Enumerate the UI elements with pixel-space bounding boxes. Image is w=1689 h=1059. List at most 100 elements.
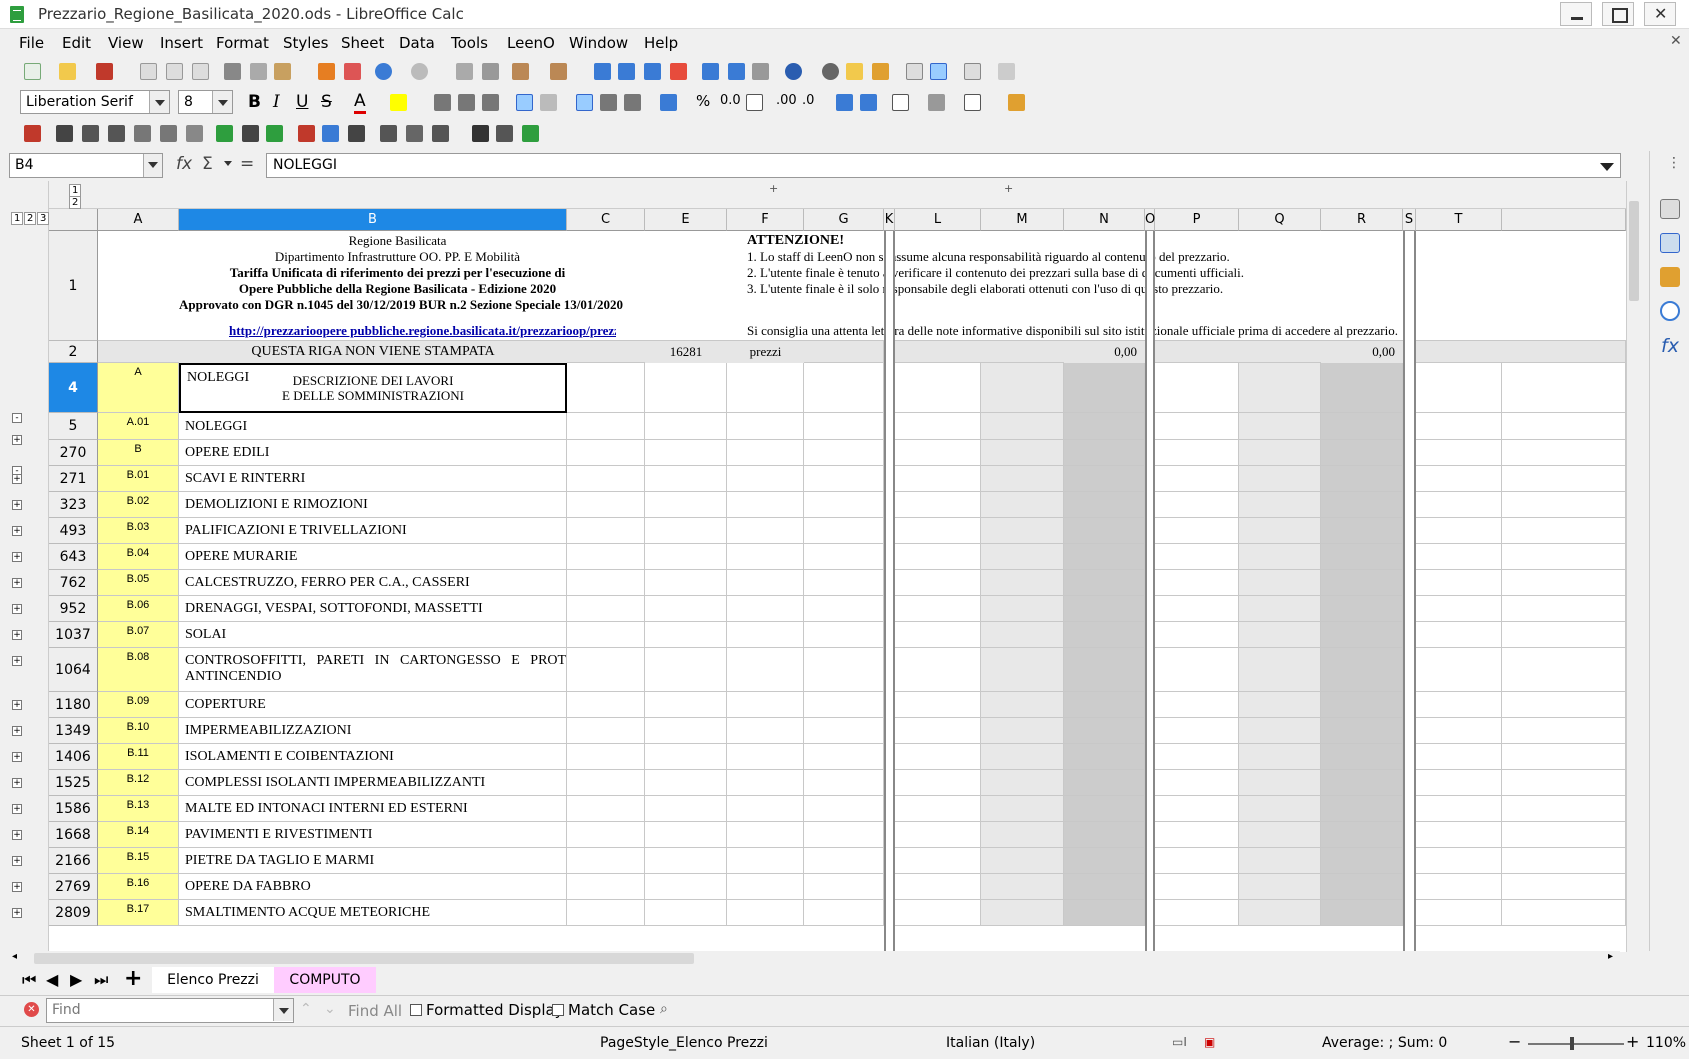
minimize-button[interactable] (1560, 2, 1592, 26)
cell-n[interactable] (1064, 648, 1145, 692)
new-document-icon[interactable] (24, 63, 41, 80)
cell-q[interactable] (1239, 596, 1321, 622)
cell-l[interactable] (895, 770, 981, 796)
cell-l[interactable] (895, 848, 981, 874)
row-header[interactable]: 2 (49, 341, 98, 363)
wrap-text-icon[interactable] (516, 94, 533, 111)
cell-p[interactable] (1155, 848, 1239, 874)
cell-l[interactable] (895, 822, 981, 848)
add-decimal-icon[interactable]: .00 (776, 93, 797, 108)
insert-chart-icon[interactable] (728, 63, 745, 80)
menu-tools[interactable]: Tools (451, 34, 488, 52)
cell-c[interactable] (567, 440, 645, 466)
split-window-icon[interactable] (964, 63, 981, 80)
cell-q[interactable] (1239, 622, 1321, 648)
expand-group-icon[interactable]: + (12, 526, 22, 536)
code-cell[interactable]: B.10 (98, 718, 179, 744)
functions-icon[interactable]: fx (1661, 335, 1679, 357)
cell-g[interactable] (804, 692, 884, 718)
menu-format[interactable]: Format (216, 34, 269, 52)
cell-p[interactable] (1155, 770, 1239, 796)
strikethrough-icon[interactable]: S (321, 92, 332, 112)
cell-q[interactable] (1239, 874, 1321, 900)
sort-icon[interactable] (594, 63, 611, 80)
leeno-table-icon[interactable] (186, 125, 203, 142)
cell-g[interactable] (804, 648, 884, 692)
scroll-left-icon[interactable]: ◂ (12, 951, 17, 962)
cell-t[interactable] (1416, 718, 1502, 744)
close-find-bar-icon[interactable]: ✕ (24, 1002, 39, 1017)
expand-group-icon[interactable]: + (12, 752, 22, 762)
description-cell[interactable]: DRENAGGI, VESPAI, SOTTOFONDI, MASSETTI (179, 596, 567, 622)
zoom-slider[interactable] (1528, 1043, 1624, 1045)
code-cell[interactable]: B.13 (98, 796, 179, 822)
cell-t[interactable] (1416, 413, 1502, 440)
cell-r[interactable] (1321, 796, 1403, 822)
cell-l[interactable] (895, 440, 981, 466)
sum-icon[interactable]: Σ (202, 154, 213, 174)
cell-u[interactable] (1502, 744, 1626, 770)
increase-indent-icon[interactable] (836, 94, 853, 111)
cell-n[interactable] (1064, 848, 1145, 874)
cell-e[interactable] (645, 492, 727, 518)
cell-c[interactable] (567, 518, 645, 544)
code-cell[interactable]: B.02 (98, 492, 179, 518)
leeno-wrap-icon[interactable] (406, 125, 423, 142)
next-sheet-icon[interactable]: ▶ (70, 970, 82, 989)
column-header-p[interactable]: P (1155, 209, 1239, 231)
cell-r[interactable] (1321, 648, 1403, 692)
cell-p[interactable] (1155, 570, 1239, 596)
print-preview-icon[interactable] (192, 63, 209, 80)
column-header-e[interactable]: E (645, 209, 727, 231)
cell-f[interactable] (727, 440, 804, 466)
zoom-in-icon[interactable]: + (1626, 1032, 1639, 1051)
code-cell[interactable]: A.01 (98, 413, 179, 440)
cell-r[interactable] (1321, 440, 1403, 466)
description-cell[interactable]: SOLAI (179, 622, 567, 648)
cell-m[interactable] (981, 900, 1064, 926)
menu-help[interactable]: Help (644, 34, 678, 52)
row-header[interactable]: 1349 (49, 718, 98, 744)
cell-u[interactable] (1502, 363, 1626, 413)
cell-q[interactable] (1239, 848, 1321, 874)
cell-f[interactable] (727, 492, 804, 518)
add-sheet-icon[interactable]: + (124, 966, 142, 991)
cell-r[interactable] (1321, 770, 1403, 796)
cell-u[interactable] (1502, 570, 1626, 596)
align-top-icon[interactable] (576, 94, 593, 111)
row-header[interactable]: 952 (49, 596, 98, 622)
cell-n[interactable] (1064, 570, 1145, 596)
cell-p[interactable] (1155, 596, 1239, 622)
cell-q[interactable] (1239, 822, 1321, 848)
cell-r[interactable] (1321, 692, 1403, 718)
cell-e[interactable] (645, 848, 727, 874)
name-box[interactable]: B4 (9, 153, 163, 178)
cell-e[interactable] (645, 518, 727, 544)
cell-g[interactable] (804, 492, 884, 518)
underline-icon[interactable]: U (296, 92, 308, 112)
code-cell[interactable]: B.11 (98, 744, 179, 770)
cell-g[interactable] (804, 363, 884, 413)
row-icon[interactable] (512, 63, 529, 80)
cell-q[interactable] (1239, 796, 1321, 822)
column-header-b[interactable]: B (179, 209, 567, 231)
description-cell[interactable]: PAVIMENTI E RIVESTIMENTI (179, 822, 567, 848)
leeno-shield-icon[interactable] (348, 125, 365, 142)
code-cell[interactable]: B.04 (98, 544, 179, 570)
column-header-r[interactable]: R (1321, 209, 1403, 231)
cell-c[interactable] (567, 570, 645, 596)
menu-edit[interactable]: Edit (62, 34, 91, 52)
navigator-icon[interactable] (1660, 301, 1680, 321)
find-next-icon[interactable]: ⌄ (324, 1001, 336, 1017)
column-header-l[interactable]: L (895, 209, 981, 231)
cell-p[interactable] (1155, 492, 1239, 518)
description-cell[interactable]: OPERE DA FABBRO (179, 874, 567, 900)
find-all-button[interactable]: Find All (348, 1002, 402, 1020)
description-cell[interactable]: CALCESTRUZZO, FERRO PER C.A., CASSERI (179, 570, 567, 596)
conditional-icon[interactable] (1008, 94, 1025, 111)
cell-e[interactable] (645, 900, 727, 926)
cell-c[interactable] (567, 744, 645, 770)
column-header-u[interactable] (1502, 209, 1626, 231)
cell-q[interactable] (1239, 440, 1321, 466)
cell-m[interactable] (981, 518, 1064, 544)
